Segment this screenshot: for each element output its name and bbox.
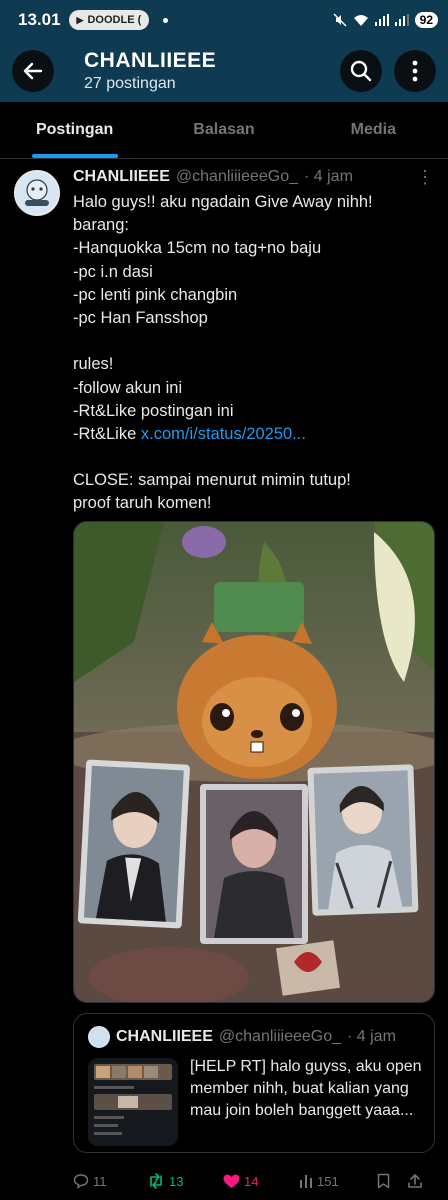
- more-vertical-icon: [412, 60, 418, 82]
- notification-dot: [163, 17, 169, 23]
- battery-indicator: 92: [414, 12, 438, 28]
- post-line: -Rt&Like postingan ini: [73, 401, 234, 420]
- post-text: Halo guys!! aku ngadain Give Away nihh! …: [73, 191, 435, 516]
- wifi-icon: [353, 14, 368, 26]
- photocard-left: [77, 759, 190, 929]
- post-line-blank: [73, 330, 435, 353]
- post-line: -pc Han Fansshop: [73, 308, 208, 327]
- like-button[interactable]: 14: [223, 1174, 299, 1189]
- share-button[interactable]: [407, 1173, 423, 1189]
- post-line: proof taruh komen!: [73, 494, 212, 513]
- post-line: rules!: [73, 355, 114, 374]
- post-line: CLOSE: sampai menurut mimin tutup!: [73, 471, 351, 490]
- status-bar: 13.01 ▶ DOODLE ( 92: [0, 0, 448, 40]
- header-title: CHANLIIEEE: [84, 49, 217, 72]
- profile-tabs: Postingan Balasan Media: [0, 102, 448, 159]
- photocard-center: [200, 784, 308, 944]
- views-button[interactable]: 151: [299, 1174, 377, 1189]
- post-line: Halo guys!! aku ngadain Give Away nihh!: [73, 193, 373, 211]
- mute-icon: [333, 13, 347, 27]
- repost-button[interactable]: 13: [147, 1173, 223, 1189]
- post-line-prefix: -Rt&Like: [73, 424, 141, 443]
- avatar[interactable]: [14, 170, 60, 216]
- post-more-icon[interactable]: ⋮: [416, 167, 435, 188]
- signal-icon: [374, 14, 389, 26]
- signal-icon-2: [394, 14, 409, 26]
- quoted-post-meta: CHANLIIEEE @chanliiieeeGo_ · 4 jam: [88, 1026, 396, 1048]
- status-time: 13.01: [18, 10, 61, 29]
- avatar-image: [16, 172, 58, 214]
- play-icon: ▶: [76, 14, 84, 25]
- header-titles: CHANLIIEEE 27 postingan: [84, 49, 216, 93]
- quoted-post-text: [HELP RT] halo guyss, aku open member ni…: [190, 1058, 422, 1119]
- post-count: 27 postingan: [84, 75, 176, 92]
- doodle-label: DOODLE (: [87, 14, 142, 26]
- quoted-post-thumbnail[interactable]: [88, 1058, 178, 1146]
- back-button[interactable]: [12, 50, 54, 92]
- reply-count: 11: [93, 1173, 107, 1189]
- post-link[interactable]: x.com/i/status/20250...: [141, 425, 306, 443]
- giveaway-photo: [74, 522, 434, 1002]
- quoted-author-handle: @chanliiieeeGo_: [218, 1028, 341, 1045]
- post-line-blank: [73, 446, 435, 469]
- post-line: -pc i.n dasi: [73, 262, 153, 281]
- more-options-button[interactable]: [394, 50, 436, 92]
- quoted-thumbnail-image: [88, 1058, 178, 1146]
- post-image[interactable]: [73, 521, 435, 1003]
- views-count: 151: [317, 1173, 339, 1189]
- reply-button[interactable]: 11: [73, 1173, 147, 1189]
- tab-media[interactable]: Media: [299, 102, 448, 158]
- arrow-left-icon: [23, 62, 43, 80]
- repost-count: 13: [169, 1173, 184, 1189]
- post-line: -pc lenti pink changbin: [73, 285, 238, 304]
- post-body: CHANLIIEEE @chanliiieeeGo_ · 4 jam ⋮ Hal…: [73, 166, 435, 1189]
- post-time: · 4 jam: [304, 168, 353, 185]
- quoted-post-time: · 4 jam: [347, 1028, 396, 1045]
- bookmark-icon: [377, 1173, 390, 1189]
- quoted-author-name: CHANLIIEEE: [116, 1028, 213, 1045]
- author-handle[interactable]: @chanliiieeeGo_: [176, 168, 298, 186]
- bookmark-button[interactable]: [377, 1173, 407, 1189]
- post-line: barang:: [73, 216, 129, 235]
- profile-header: CHANLIIEEE 27 postingan: [0, 40, 448, 102]
- repost-icon: [150, 1173, 162, 1189]
- search-button[interactable]: [340, 50, 382, 92]
- author-name[interactable]: CHANLIIEEE: [73, 168, 170, 186]
- like-count: 14: [244, 1173, 259, 1189]
- doodle-pill[interactable]: ▶ DOODLE (: [68, 10, 150, 30]
- search-icon: [350, 60, 372, 82]
- header-actions: [340, 50, 436, 92]
- share-icon: [408, 1174, 422, 1188]
- quoted-post[interactable]: CHANLIIEEE @chanliiieeeGo_ · 4 jam [HELP…: [73, 1013, 435, 1153]
- heart-icon: [223, 1174, 240, 1188]
- tab-postingan[interactable]: Postingan: [0, 102, 149, 158]
- post-line: -follow akun ini: [73, 378, 183, 397]
- quoted-avatar: [88, 1026, 110, 1048]
- post-actions: 11 13 14 151: [73, 1166, 435, 1196]
- comment-icon: [73, 1174, 89, 1189]
- status-icons: 92: [333, 12, 438, 28]
- post-meta: CHANLIIEEE @chanliiieeeGo_ · 4 jam ⋮: [73, 166, 435, 188]
- views-chart-icon: [300, 1175, 312, 1188]
- tab-balasan[interactable]: Balasan: [149, 102, 298, 158]
- photocard-right: [307, 764, 419, 916]
- post-line: -Hanquokka 15cm no tag+no baju: [73, 239, 322, 258]
- post-line-with-link: -Rt&Like x.com/i/status/20250...: [73, 423, 435, 446]
